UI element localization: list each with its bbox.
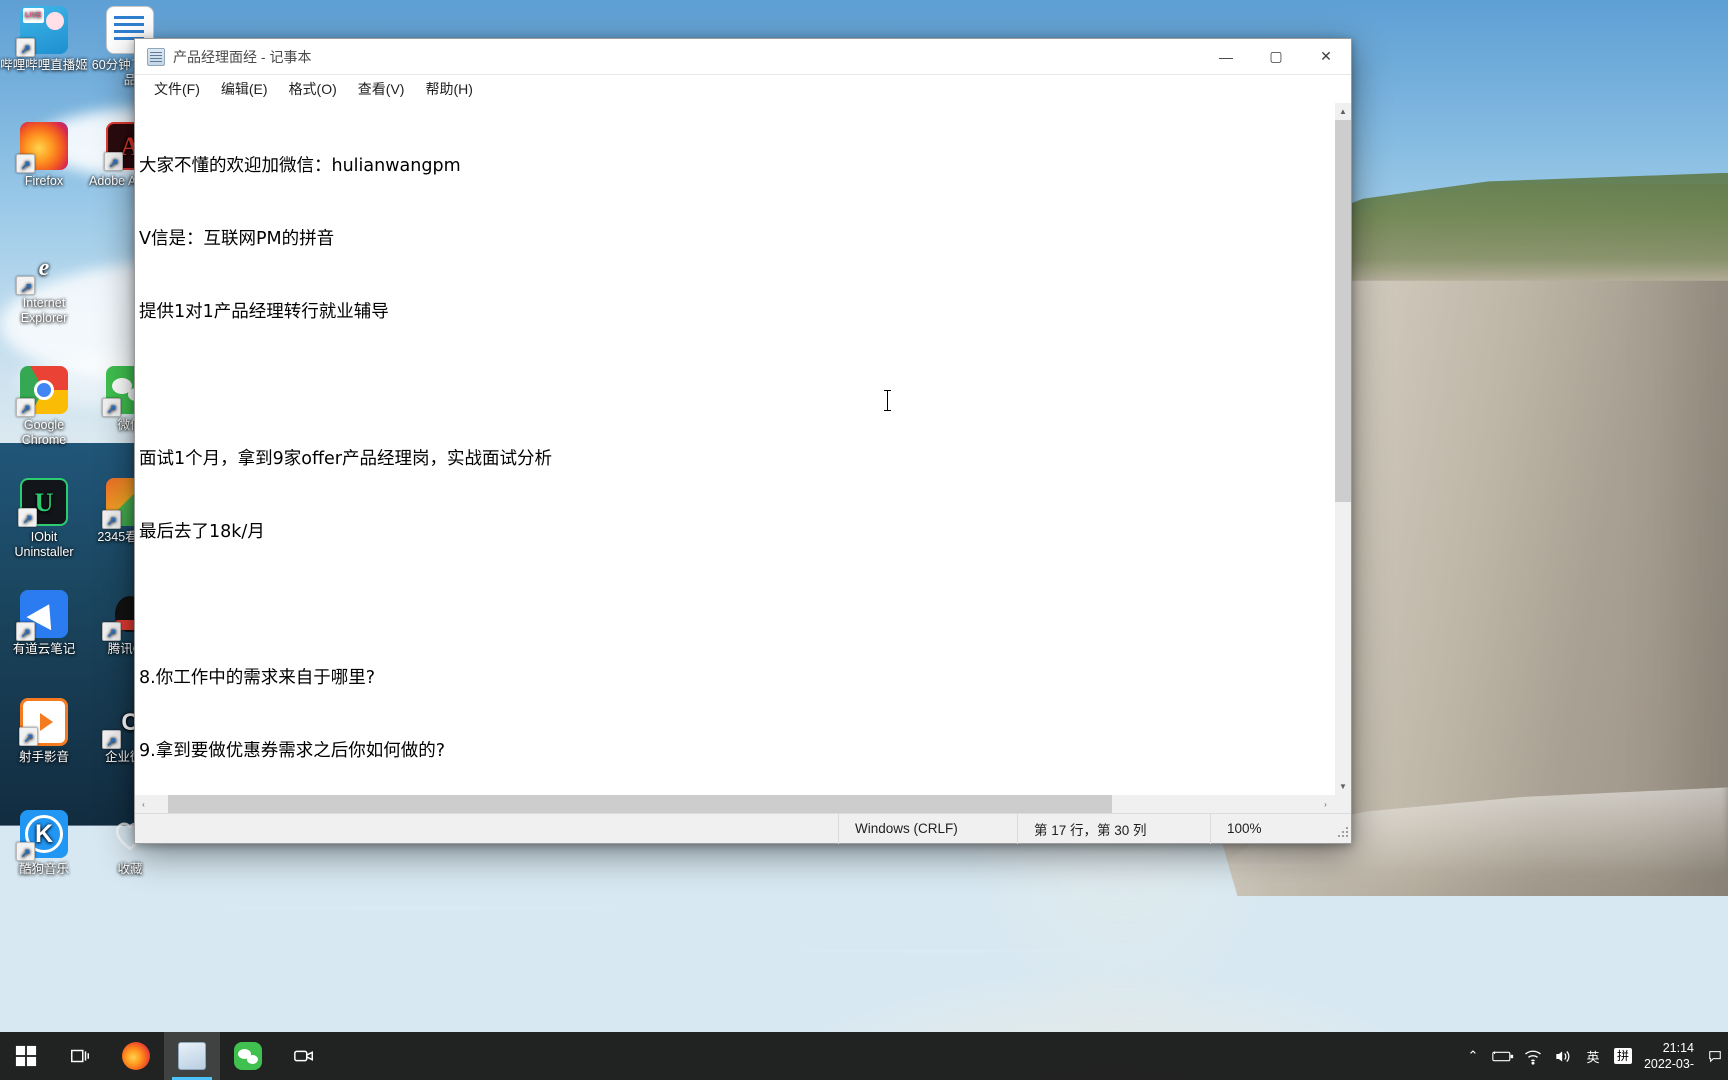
camera-icon: [290, 1042, 318, 1070]
text-line: 8.你工作中的需求来自于哪里?: [139, 668, 375, 689]
status-cursor-position[interactable]: 第 17 行，第 30 列: [1018, 814, 1210, 843]
menu-item-help[interactable]: 帮助(H): [416, 77, 481, 101]
desktop-icon-label: IObit Uninstaller: [14, 530, 74, 559]
desktop-icon-google-chrome[interactable]: Google Chrome: [0, 366, 88, 448]
notification-center-button[interactable]: [1708, 1032, 1722, 1080]
ime-mode-indicator[interactable]: 拼: [1608, 1032, 1638, 1080]
bilibili-live-icon: LIVE: [16, 6, 68, 59]
system-tray: ⌃ 英 拼 21:14 2022-03-: [1458, 1032, 1728, 1080]
resize-grip[interactable]: [1331, 820, 1349, 838]
text-line: 面试1个月，拿到9家offer产品经理岗，实战面试分析: [139, 448, 552, 469]
window-titlebar[interactable]: 产品经理面经 - 记事本 — ▢ ✕: [135, 39, 1351, 75]
start-button[interactable]: [0, 1032, 52, 1080]
desktop-icon-firefox[interactable]: Firefox: [0, 122, 88, 189]
status-zoom-level[interactable]: 100%: [1211, 814, 1331, 843]
ime-pinyin-badge: 拼: [1613, 1048, 1632, 1064]
vertical-scrollbar[interactable]: ▲ ▼: [1334, 103, 1351, 795]
desktop-icon-youdao-note[interactable]: 有道云笔记: [0, 590, 88, 657]
iobit-uninstaller-icon: U: [18, 478, 68, 529]
text-line: [139, 593, 1330, 617]
volume-icon[interactable]: [1548, 1032, 1578, 1080]
desktop-icon-label: 酷狗音乐: [18, 862, 69, 876]
scrollbar-corner: [1334, 795, 1351, 813]
taskbar-task-view[interactable]: [52, 1032, 108, 1080]
scroll-left-button[interactable]: ‹: [135, 795, 152, 813]
clock[interactable]: 21:14 2022-03-: [1638, 1032, 1708, 1080]
show-hidden-icons-button[interactable]: ⌃: [1458, 1032, 1488, 1080]
chrome-icon: [16, 366, 68, 419]
maximize-button[interactable]: ▢: [1251, 39, 1301, 75]
desktop-icon-internet-explorer[interactable]: e Internet Explorer: [0, 244, 88, 326]
scroll-right-button[interactable]: ›: [1317, 795, 1334, 813]
network-icon[interactable]: [1518, 1032, 1548, 1080]
notepad-icon: [178, 1042, 206, 1070]
desktop-icon-label: 哔哩哔哩直播姬: [0, 58, 88, 72]
vertical-scroll-track[interactable]: [1335, 120, 1351, 778]
horizontal-scroll-thumb[interactable]: [168, 795, 1112, 813]
close-button[interactable]: ✕: [1301, 39, 1351, 75]
horizontal-scrollbar[interactable]: ‹ ›: [135, 795, 1351, 813]
taskbar-notepad[interactable]: [164, 1032, 220, 1080]
text-editor[interactable]: 大家不懂的欢迎加微信：hulianwangpm V信是：互联网PM的拼音 提供1…: [135, 103, 1334, 795]
desktop-icon-label: 射手影音: [18, 750, 69, 764]
status-line-ending[interactable]: Windows (CRLF): [839, 814, 1017, 843]
scroll-down-button[interactable]: ▼: [1335, 778, 1351, 795]
wechat-icon: [234, 1042, 262, 1070]
water-ripple: [1071, 864, 1332, 866]
window-title: 产品经理面经 - 记事本: [173, 48, 312, 65]
taskbar-firefox[interactable]: [108, 1032, 164, 1080]
kugou-music-icon: K: [16, 810, 68, 863]
desktop-icon-bilibili-live[interactable]: LIVE 哔哩哔哩直播姬: [0, 6, 88, 73]
ime-language-indicator[interactable]: 英: [1578, 1032, 1608, 1080]
firefox-icon: [16, 122, 68, 175]
notepad-app-icon: [147, 47, 165, 66]
battery-icon[interactable]: [1488, 1032, 1518, 1080]
task-view-icon: [66, 1042, 94, 1070]
notepad-window[interactable]: 产品经理面经 - 记事本 — ▢ ✕ 文件(F) 编辑(E) 格式(O) 查看(…: [134, 38, 1352, 844]
text-line: [139, 373, 1330, 397]
menu-item-format[interactable]: 格式(O): [280, 77, 346, 101]
menu-item-view[interactable]: 查看(V): [349, 77, 414, 101]
text-line: V信是：互联网PM的拼音: [139, 229, 335, 250]
clock-time: 21:14: [1662, 1041, 1694, 1055]
taskbar-screen-recorder[interactable]: [276, 1032, 332, 1080]
splayer-icon: [19, 698, 68, 748]
vertical-scroll-thumb[interactable]: [1335, 120, 1351, 502]
menu-item-file[interactable]: 文件(F): [145, 77, 209, 101]
taskbar-wechat[interactable]: [220, 1032, 276, 1080]
menu-bar: 文件(F) 编辑(E) 格式(O) 查看(V) 帮助(H): [135, 75, 1351, 103]
text-cursor: [884, 390, 891, 411]
text-line: 大家不懂的欢迎加微信：hulianwangpm: [139, 155, 461, 176]
internet-explorer-icon: e: [16, 244, 68, 297]
desktop-icon-label: Google Chrome: [21, 418, 67, 447]
status-bar: Windows (CRLF) 第 17 行，第 30 列 100%: [135, 813, 1351, 844]
text-line: 最后去了18k/月: [139, 521, 265, 542]
text-line: 提供1对1产品经理转行就业辅导: [139, 302, 389, 323]
desktop-icon-label: Internet Explorer: [20, 296, 68, 325]
desktop-icon-label: Firefox: [24, 174, 64, 188]
horizontal-scroll-track[interactable]: [152, 795, 1317, 813]
text-line: 9.拿到要做优惠券需求之后你如何做的?: [139, 741, 445, 762]
windows-logo-icon: [15, 1045, 37, 1067]
youdao-note-icon: [16, 590, 68, 643]
menu-item-edit[interactable]: 编辑(E): [212, 77, 277, 101]
desktop-icon-iobit-uninstaller[interactable]: U IObit Uninstaller: [0, 478, 88, 560]
taskbar: ⌃ 英 拼 21:14 2022-03-: [0, 1032, 1728, 1080]
scroll-up-button[interactable]: ▲: [1335, 103, 1351, 120]
editor-area: 大家不懂的欢迎加微信：hulianwangpm V信是：互联网PM的拼音 提供1…: [135, 103, 1351, 795]
desktop-icon-label: 有道云笔记: [12, 642, 76, 656]
clock-date: 2022-03-: [1643, 1057, 1694, 1071]
desktop-icon-label: 收藏: [117, 862, 143, 876]
desktop-icon-kugou-music[interactable]: K 酷狗音乐: [0, 810, 88, 877]
minimize-button[interactable]: —: [1201, 39, 1251, 75]
desktop-icon-splayer[interactable]: 射手影音: [0, 698, 88, 765]
firefox-icon: [122, 1042, 150, 1070]
